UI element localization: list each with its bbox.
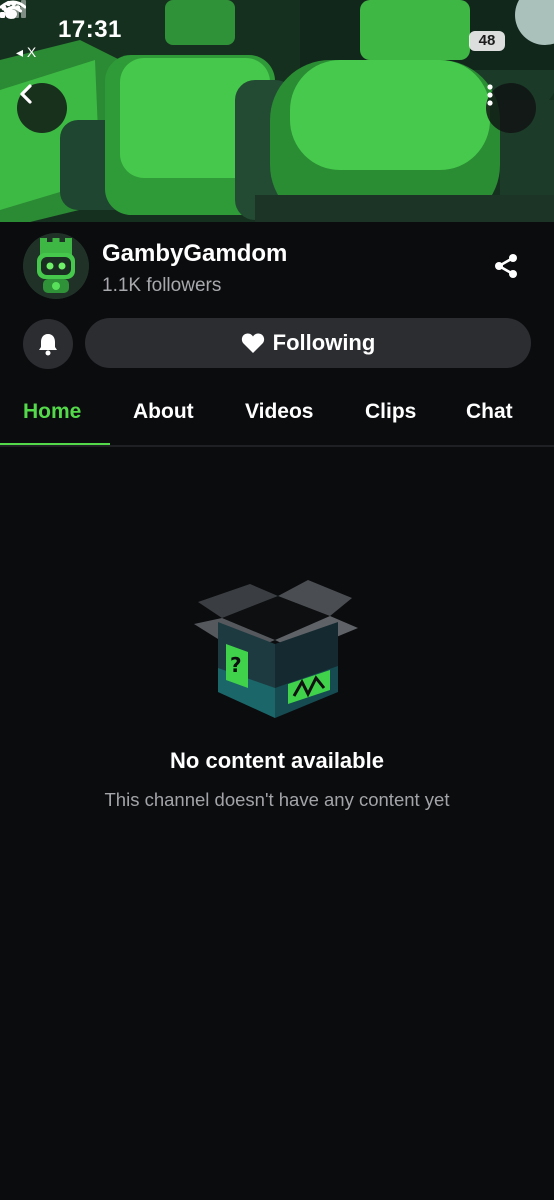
channel-banner: 17:31 ◂ X 48 (0, 0, 554, 222)
tabs-divider (0, 445, 554, 447)
empty-state-title: No content available (170, 748, 384, 773)
bell-icon (39, 334, 57, 356)
empty-box-icon: ? (194, 580, 358, 718)
battery-indicator: 48 (469, 31, 505, 51)
heart-icon (241, 333, 264, 353)
following-button[interactable]: Following (85, 318, 531, 368)
share-button[interactable] (492, 252, 520, 280)
wifi-icon (0, 0, 26, 19)
status-time: 17:31 (58, 16, 122, 43)
more-options-button[interactable] (486, 83, 536, 133)
back-button[interactable] (17, 83, 67, 133)
empty-state-subtitle: This channel doesn't have any content ye… (104, 789, 450, 810)
follower-count: 1.1K followers (102, 275, 222, 296)
back-to-app-link[interactable]: ◂ X (16, 44, 36, 61)
tab-chat[interactable]: Chat (466, 400, 513, 424)
share-icon (495, 254, 517, 278)
chevron-left-icon (20, 84, 32, 104)
tab-home[interactable]: Home (23, 400, 81, 424)
following-label: Following (272, 330, 376, 355)
svg-text:?: ? (230, 653, 242, 677)
tab-about[interactable]: About (133, 400, 194, 424)
more-vertical-icon (487, 84, 493, 106)
notification-bell-button[interactable] (23, 319, 73, 369)
channel-name: GambyGamdom (102, 240, 288, 267)
tab-videos[interactable]: Videos (245, 400, 313, 424)
channel-tabs: Home About Videos Clips Chat (0, 388, 554, 446)
tab-clips[interactable]: Clips (365, 400, 416, 424)
channel-avatar[interactable] (23, 233, 89, 299)
avatar-image (23, 233, 89, 299)
